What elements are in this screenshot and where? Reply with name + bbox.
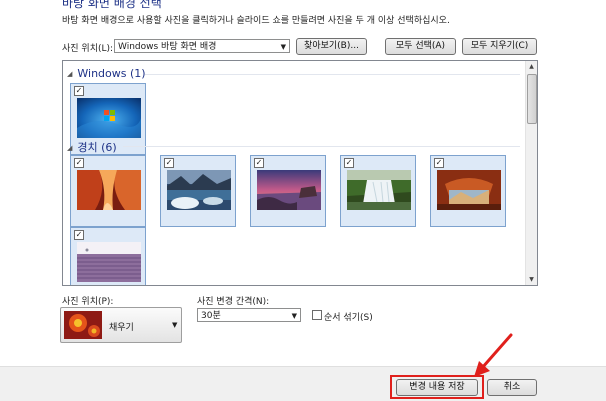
picture-checkbox[interactable]: ✓	[344, 158, 354, 168]
picture-position-label: 사진 위치(P):	[62, 297, 114, 307]
location-label: 사진 위치(L):	[62, 44, 114, 54]
interval-dropdown[interactable]: 30분 ▼	[197, 308, 301, 322]
interval-value: 30분	[201, 311, 221, 321]
picture-checkbox[interactable]: ✓	[74, 86, 84, 96]
location-dropdown[interactable]: Windows 바탕 화면 배경 ▼	[114, 39, 290, 53]
ice-lake-thumbnail	[167, 170, 231, 210]
picture-tile-rock-arch[interactable]: ✓	[430, 155, 506, 227]
picture-checkbox[interactable]: ✓	[434, 158, 444, 168]
picture-position-value: 채우기	[109, 323, 134, 333]
clear-all-button[interactable]: 모두 지우기(C)	[462, 38, 537, 55]
canyon-thumbnail	[77, 170, 141, 210]
page-description: 바탕 화면 배경으로 사용할 사진을 클릭하거나 슬라이드 쇼를 만들려면 사진…	[62, 16, 450, 26]
page-title: 바탕 화면 배경 선택	[62, 0, 162, 10]
group-label: Windows (1)	[77, 67, 146, 80]
group-label: 경치 (6)	[77, 141, 117, 154]
interval-label: 사진 변경 간격(N):	[197, 297, 270, 307]
picture-list: ◢ Windows (1) ✓ ◢ 경치 (6) ✓ ✓ ✓ ✓ ✓ ✓ ▲ ▼	[62, 60, 538, 286]
lavender-field-thumbnail	[77, 242, 141, 282]
picture-checkbox[interactable]: ✓	[74, 158, 84, 168]
scroll-down-icon[interactable]: ▼	[526, 274, 537, 285]
scroll-up-icon[interactable]: ▲	[526, 61, 537, 72]
location-value: Windows 바탕 화면 배경	[118, 42, 217, 52]
group-header-scenery[interactable]: ◢ 경치 (6)	[67, 139, 117, 155]
picture-tile-ice-lake[interactable]: ✓	[160, 155, 236, 227]
group-divider	[123, 146, 520, 147]
collapse-triangle-icon[interactable]: ◢	[67, 144, 72, 152]
cancel-button[interactable]: 취소	[487, 379, 537, 396]
select-all-button[interactable]: 모두 선택(A)	[385, 38, 456, 55]
group-header-windows[interactable]: ◢ Windows (1)	[67, 67, 146, 80]
browse-button[interactable]: 찾아보기(B)...	[296, 38, 367, 55]
picture-tile-waterfall[interactable]: ✓	[340, 155, 416, 227]
chevron-down-icon: ▼	[172, 321, 178, 329]
windows-wallpaper-thumbnail	[77, 98, 141, 138]
annotation-arrow-icon	[474, 333, 513, 377]
scroll-thumb[interactable]	[527, 74, 537, 124]
picture-checkbox[interactable]: ✓	[74, 230, 84, 240]
picture-checkbox[interactable]: ✓	[164, 158, 174, 168]
shuffle-checkbox[interactable]	[312, 310, 322, 320]
group-divider	[145, 74, 520, 75]
save-changes-button[interactable]: 변경 내용 저장	[396, 379, 478, 396]
chevron-down-icon: ▼	[291, 312, 297, 320]
picture-position-dropdown[interactable]: 채우기 ▼	[60, 307, 182, 343]
rock-arch-thumbnail	[437, 170, 501, 210]
flower-preview-icon	[64, 311, 102, 339]
chevron-down-icon: ▼	[280, 43, 286, 51]
coast-sunset-thumbnail	[257, 170, 321, 210]
picture-tile-lavender-field[interactable]: ✓	[70, 227, 146, 285]
vertical-scrollbar[interactable]: ▲ ▼	[525, 61, 537, 285]
picture-tile-canyon[interactable]: ✓	[70, 155, 146, 227]
collapse-triangle-icon[interactable]: ◢	[67, 70, 72, 78]
shuffle-label[interactable]: 순서 섞기(S)	[324, 310, 373, 323]
picture-checkbox[interactable]: ✓	[254, 158, 264, 168]
picture-tile-coast-sunset[interactable]: ✓	[250, 155, 326, 227]
waterfall-thumbnail	[347, 170, 411, 210]
